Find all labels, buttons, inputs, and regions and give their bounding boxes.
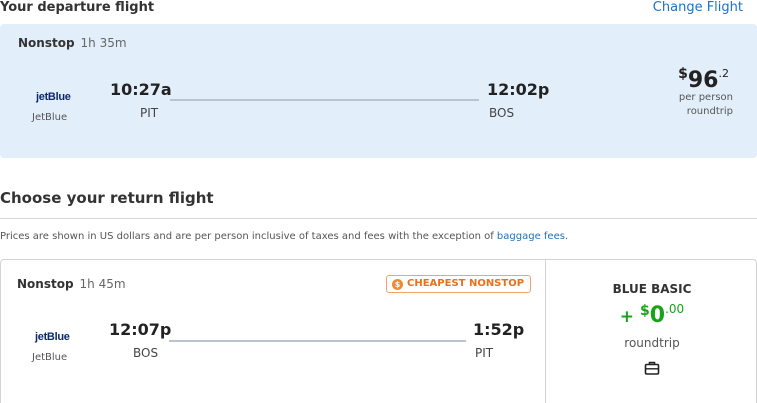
departure-stops: Nonstop: [18, 36, 75, 50]
fare-price-button[interactable]: + $0.00: [546, 302, 757, 328]
departure-duration: 1h 35m: [80, 36, 127, 50]
fare-roundtrip-note: roundtrip: [624, 336, 680, 350]
departure-arrive-airport: BOS: [489, 106, 515, 120]
airline-name: JetBlue: [32, 352, 68, 363]
return-heading: Choose your return flight: [0, 189, 214, 207]
fare-currency: $: [640, 303, 650, 319]
return-flight-card[interactable]: Nonstop 1h 45m $ CHEAPEST NONSTOP jetBlue …: [0, 259, 757, 403]
fare-cents: .00: [665, 302, 685, 316]
airline-name: JetBlue: [32, 112, 68, 123]
return-arrive-time: 1:52p: [473, 320, 525, 339]
return-depart-airport: BOS: [133, 346, 159, 360]
departure-depart-airport: PIT: [140, 106, 159, 120]
return-meta: Nonstop 1h 45m: [17, 277, 126, 291]
return-depart-time: 12:07p: [109, 320, 172, 339]
price-notice-end: .: [564, 231, 569, 242]
change-flight-link[interactable]: Change Flight: [653, 0, 743, 15]
departure-heading: Your departure flight: [0, 0, 155, 15]
price-note-roundtrip: roundtrip: [686, 106, 733, 117]
price-amount: 96: [687, 68, 719, 93]
departure-depart-time: 10:27a: [110, 80, 172, 99]
departure-meta: Nonstop 1h 35m: [18, 36, 127, 50]
price-notice-text: Prices are shown in US dollars and are p…: [0, 231, 497, 242]
fare-plus: +: [619, 307, 635, 327]
departure-arrive-time: 12:02p: [487, 80, 550, 99]
return-arrive-airport: PIT: [475, 346, 494, 360]
return-duration: 1h 45m: [79, 277, 126, 291]
briefcase-icon: [644, 361, 660, 375]
baggage-fees-link[interactable]: baggage fees: [497, 231, 565, 242]
price-currency: $: [678, 66, 688, 82]
departure-price: $96.2: [678, 66, 729, 93]
flight-path-line: [170, 99, 479, 101]
badge-label: CHEAPEST NONSTOP: [407, 278, 525, 289]
airline-logo: jetBlue: [36, 91, 71, 103]
price-note-per-person: per person: [678, 92, 733, 103]
departure-flight-card: Nonstop 1h 35m jetBlue JetBlue 10:27a PIT…: [0, 24, 757, 158]
cheapest-nonstop-badge: $ CHEAPEST NONSTOP: [386, 275, 532, 293]
return-stops: Nonstop: [17, 277, 74, 291]
price-notice: Prices are shown in US dollars and are p…: [0, 231, 568, 242]
tag-icon: $: [392, 279, 403, 290]
fare-amount: 0: [649, 303, 666, 328]
airline-logo: jetBlue: [35, 331, 70, 343]
fare-name: BLUE BASIC: [612, 282, 692, 296]
flight-path-line: [169, 340, 466, 342]
price-cents: .2: [718, 67, 730, 80]
section-divider: [0, 218, 757, 219]
